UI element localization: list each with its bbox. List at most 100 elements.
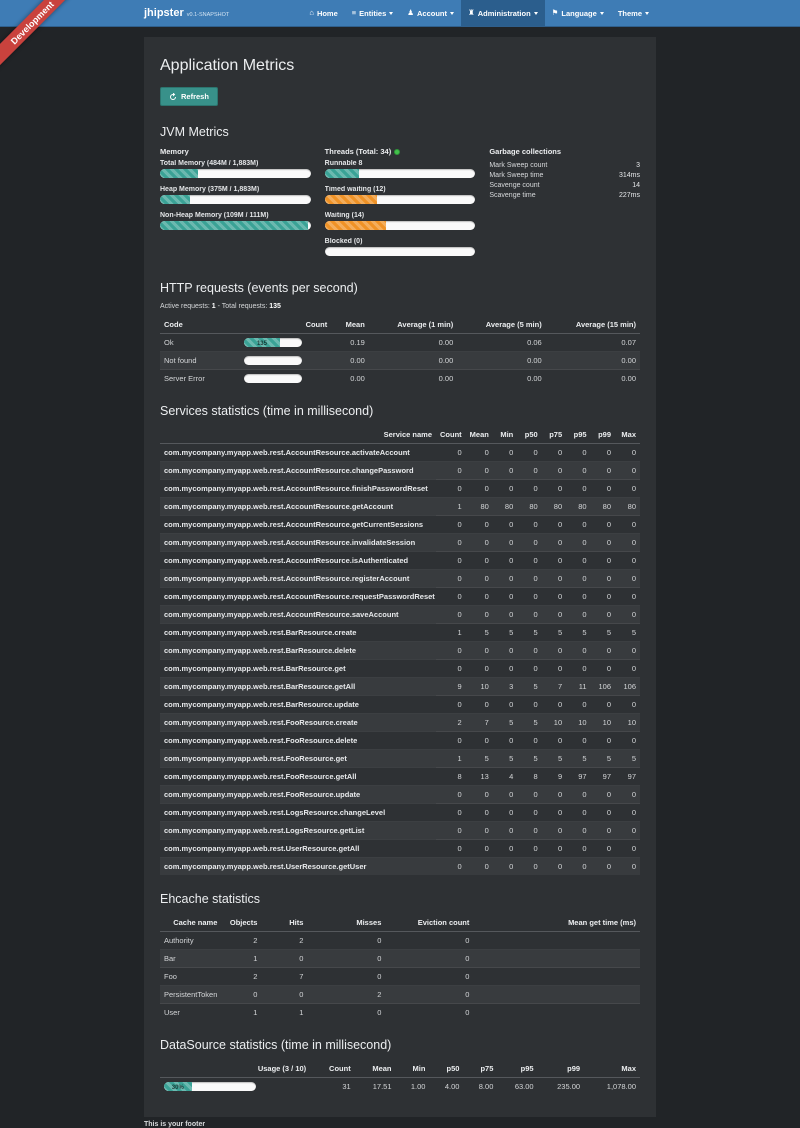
http-code-cell: Not found — [160, 352, 240, 370]
thread-metric: Runnable 8 23% — [325, 160, 476, 178]
cell-value: 0 — [542, 642, 566, 660]
cell-value: 0 — [493, 732, 517, 750]
service-name: com.mycompany.myapp.web.rest.AccountReso… — [160, 498, 436, 516]
table-row: com.mycompany.myapp.web.rest.UserResourc… — [160, 840, 640, 858]
cell-value: 0 — [591, 840, 615, 858]
column-header: p95 — [497, 1060, 537, 1078]
cell-value: 0 — [542, 570, 566, 588]
thread-metric: Blocked (0) — [325, 238, 476, 256]
cell-value: 0 — [436, 444, 466, 462]
brand-link[interactable]: jhipster v0.1-SNAPSHOT — [144, 0, 229, 26]
cell-value: 0 — [615, 840, 640, 858]
cell-value: 0 — [542, 480, 566, 498]
cell-value: 0 — [566, 858, 590, 876]
nav-item[interactable]: Theme — [611, 0, 656, 26]
cell-value: 1.00 — [396, 1078, 430, 1096]
count-progress-bar: 135 — [244, 338, 302, 347]
cell-value: 0 — [615, 660, 640, 678]
refresh-button[interactable]: Refresh — [160, 87, 218, 106]
progress-fill: 25% — [160, 169, 198, 178]
column-header: p50 — [517, 426, 541, 444]
cell-value: 0 — [591, 480, 615, 498]
cell-value: 5 — [517, 714, 541, 732]
cell-value: 0 — [566, 462, 590, 480]
nav-item[interactable]: Administration — [461, 0, 545, 26]
column-header: p75 — [463, 1060, 497, 1078]
cell-value: 0 — [493, 552, 517, 570]
cell-value: 0 — [542, 588, 566, 606]
cell-value: 106 — [615, 678, 640, 696]
table-row: com.mycompany.myapp.web.rest.AccountReso… — [160, 516, 640, 534]
nav-item[interactable]: Entities — [345, 0, 400, 26]
memory-metric: Heap Memory (375M / 1,883M) 20% — [160, 186, 311, 204]
cell-value: 0 — [466, 696, 493, 714]
column-header: Min — [493, 426, 517, 444]
cell-value: 5 — [566, 750, 590, 768]
table-row: com.mycompany.myapp.web.rest.AccountReso… — [160, 480, 640, 498]
cell-value: 0 — [436, 588, 466, 606]
nav-item[interactable]: Account — [400, 0, 461, 26]
column-header: Min — [396, 1060, 430, 1078]
cell-value: 0 — [466, 858, 493, 876]
cell-value: 80 — [466, 498, 493, 516]
gc-stat-row: Scavenge time 227ms — [489, 190, 640, 200]
cell-value: 5 — [517, 624, 541, 642]
cell-value: 5 — [542, 750, 566, 768]
service-name: com.mycompany.myapp.web.rest.BarResource… — [160, 624, 436, 642]
gc-stat-value: 3 — [636, 162, 640, 169]
threads-heading-row: Threads (Total: 34) — [325, 147, 476, 156]
cell-value: 0 — [493, 858, 517, 876]
cell-value: 0 — [591, 804, 615, 822]
cell-value — [473, 968, 640, 986]
table-row: com.mycompany.myapp.web.rest.FooResource… — [160, 714, 640, 732]
cell-value: 0 — [436, 732, 466, 750]
caret-down-icon — [645, 12, 649, 15]
cell-value: 0 — [591, 606, 615, 624]
cell-value: 0 — [566, 822, 590, 840]
cell-value: 0.00 — [546, 352, 640, 370]
cell-value — [473, 986, 640, 1004]
cell-value: 0 — [261, 950, 307, 968]
cell-value: 2 — [307, 986, 385, 1004]
column-header: Cache name — [160, 914, 221, 932]
cell-value: 2 — [436, 714, 466, 732]
cell-value: 0 — [307, 1004, 385, 1022]
ehcache-table-header-row: Cache nameObjectsHitsMissesEviction coun… — [160, 914, 640, 932]
cell-value: 0 — [517, 822, 541, 840]
cell-value: 0 — [307, 932, 385, 950]
column-header: Misses — [307, 914, 385, 932]
cell-value: 0 — [493, 840, 517, 858]
gc-stats: Mark Sweep count 3 Mark Sweep time 314ms… — [489, 160, 640, 200]
cell-value: 0 — [542, 804, 566, 822]
progress-fill: 20% — [160, 195, 190, 204]
cell-value: 10 — [466, 678, 493, 696]
cell-value: 8.00 — [463, 1078, 497, 1096]
progress-bar — [325, 247, 476, 256]
cell-value: 0 — [493, 606, 517, 624]
column-header: Max — [584, 1060, 640, 1078]
cell-value: 0 — [436, 696, 466, 714]
services-statistics-table: Service nameCountMeanMinp50p75p95p99Max … — [160, 426, 640, 875]
cache-name: PersistentToken — [160, 986, 221, 1004]
service-name: com.mycompany.myapp.web.rest.AccountReso… — [160, 462, 436, 480]
count-progress-bar — [244, 356, 302, 365]
cell-value: 0 — [615, 804, 640, 822]
http-summary: Active requests: 1 - Total requests: 135 — [160, 303, 640, 310]
cell-value: 0 — [566, 660, 590, 678]
cell-value: 0 — [493, 588, 517, 606]
services-table-body: com.mycompany.myapp.web.rest.AccountReso… — [160, 444, 640, 876]
nav-item[interactable]: Language — [545, 0, 611, 26]
cell-value: 1,078.00 — [584, 1078, 640, 1096]
table-row: PersistentToken 0 0 2 0 — [160, 986, 640, 1004]
cell-value: 0 — [466, 462, 493, 480]
cell-value: 0 — [517, 606, 541, 624]
nav-item[interactable]: Home — [302, 0, 344, 26]
active-requests-value: 1 — [212, 303, 216, 310]
entities-icon — [352, 9, 356, 17]
column-header: Mean — [466, 426, 493, 444]
table-row: Ok 135 0.19 0.00 0.06 0.07 — [160, 334, 640, 352]
cell-value: 0 — [493, 534, 517, 552]
gc-stat-label: Scavenge time — [489, 192, 535, 199]
cell-value: 0 — [466, 552, 493, 570]
cell-value: 0 — [466, 732, 493, 750]
